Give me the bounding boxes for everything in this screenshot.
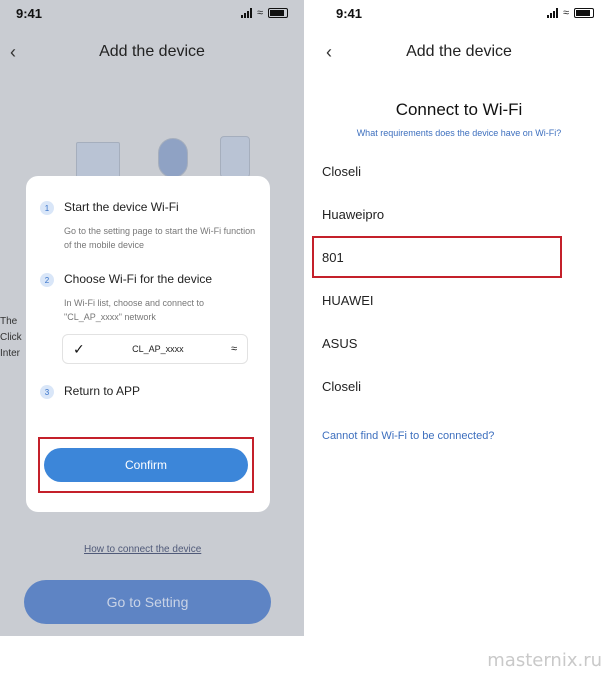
nav-title: Add the device xyxy=(99,43,205,60)
cannot-find-wifi-link[interactable]: Cannot find Wi-Fi to be connected? xyxy=(322,430,494,442)
right-phone-screen: 9:41 ≈ ‹ Add the device Connect to Wi-Fi… xyxy=(306,0,612,636)
page-title: Connect to Wi-Fi xyxy=(395,100,523,119)
wifi-list-item[interactable]: 801 xyxy=(322,250,344,265)
step-2: 2 Choose Wi-Fi for the device In Wi-Fi l… xyxy=(40,272,256,364)
back-chevron-icon[interactable]: ‹ xyxy=(326,42,332,63)
status-icons: ≈ xyxy=(240,7,288,19)
battery-icon xyxy=(268,8,288,18)
selected-network-highlight xyxy=(312,236,562,278)
confirm-highlight-box: Confirm xyxy=(38,437,254,493)
wifi-network-option[interactable]: ✓ CL_AP_xxxx ≈ xyxy=(62,334,248,364)
wifi-ssid: CL_AP_xxxx xyxy=(132,344,184,354)
signal-icon xyxy=(240,8,252,18)
signal-icon xyxy=(546,8,558,18)
left-phone-screen: 9:41 ≈ ‹ Add the device The Click Inter … xyxy=(0,0,304,636)
nav-bar: ‹ Add the device xyxy=(306,36,612,68)
step-number: 2 xyxy=(40,273,54,287)
bg-text-2: Click xyxy=(0,332,22,343)
device-illustration xyxy=(76,142,120,178)
step-title: Return to APP xyxy=(64,384,141,398)
wifi-requirements-link[interactable]: What requirements does the device have o… xyxy=(306,128,612,138)
wifi-status-icon: ≈ xyxy=(256,7,263,19)
device-illustration-phone xyxy=(220,136,250,178)
step-title: Choose Wi-Fi for the device xyxy=(64,272,213,286)
wifi-list-item[interactable]: Huaweipro xyxy=(322,207,384,222)
device-illustration-camera xyxy=(158,138,188,178)
wifi-list-item[interactable]: ASUS xyxy=(322,336,357,351)
wifi-instructions-dialog: 1 Start the device Wi-Fi Go to the setti… xyxy=(26,176,270,512)
step-number: 1 xyxy=(40,201,54,215)
check-icon: ✓ xyxy=(73,340,85,357)
battery-icon xyxy=(574,8,594,18)
status-time: 9:41 xyxy=(16,5,43,21)
watermark: masternix.ru xyxy=(487,650,602,671)
status-time: 9:41 xyxy=(336,5,363,21)
wifi-list-item[interactable]: Closeli xyxy=(322,164,361,179)
step-3: 3 Return to APP xyxy=(40,384,256,399)
status-icons: ≈ xyxy=(546,7,594,19)
nav-bar: ‹ Add the device xyxy=(0,36,304,68)
wifi-list-item[interactable]: HUAWEI xyxy=(322,293,374,308)
wifi-list-item[interactable]: Closeli xyxy=(322,379,361,394)
confirm-button[interactable]: Confirm xyxy=(44,448,248,482)
back-chevron-icon[interactable]: ‹ xyxy=(10,42,16,63)
bg-text-3: Inter xyxy=(0,348,21,359)
how-to-connect-link[interactable]: How to connect the device xyxy=(84,544,201,555)
status-bar: 9:41 ≈ xyxy=(0,0,304,26)
step-description: Go to the setting page to start the Wi-F… xyxy=(64,226,256,250)
step-title: Start the device Wi-Fi xyxy=(64,200,179,214)
bg-text-1: The xyxy=(0,316,18,327)
status-bar: 9:41 ≈ xyxy=(306,0,612,26)
nav-title: Add the device xyxy=(406,43,512,60)
step-1: 1 Start the device Wi-Fi Go to the setti… xyxy=(40,200,256,252)
go-to-setting-button[interactable]: Go to Setting xyxy=(24,580,271,624)
wifi-status-icon: ≈ xyxy=(562,7,569,19)
wifi-icon: ≈ xyxy=(230,343,237,355)
step-number: 3 xyxy=(40,385,54,399)
step-description: In Wi-Fi list, choose and connect to "CL… xyxy=(64,298,205,322)
